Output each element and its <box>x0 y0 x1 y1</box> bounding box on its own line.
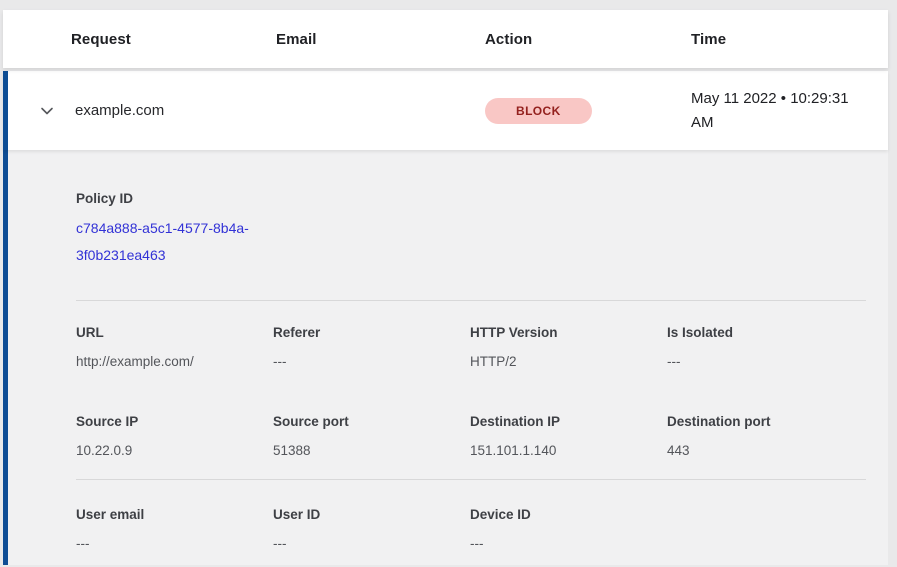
field-policy-id: Policy ID c784a888-a5c1-4577-8b4a-3f0b23… <box>76 192 866 269</box>
source-ip-value: 10.22.0.9 <box>76 444 273 458</box>
action-cell: BLOCK <box>485 98 691 124</box>
is-isolated-value: --- <box>667 355 866 369</box>
http-version-label: HTTP Version <box>470 326 667 340</box>
field-user-email: User email --- <box>76 508 273 551</box>
logs-table: Request Email Action Time example.com BL… <box>3 10 888 567</box>
destination-port-label: Destination port <box>667 415 866 429</box>
user-email-label: User email <box>76 508 273 522</box>
chevron-down-icon[interactable] <box>39 103 75 119</box>
log-details-panel: Policy ID c784a888-a5c1-4577-8b4a-3f0b23… <box>3 150 888 565</box>
field-referer: Referer --- <box>273 326 470 369</box>
column-header-action: Action <box>485 31 691 48</box>
details-row-3: User email --- User ID --- Device ID --- <box>76 508 866 551</box>
log-details-content: Policy ID c784a888-a5c1-4577-8b4a-3f0b23… <box>76 150 866 551</box>
table-header: Request Email Action Time <box>3 10 888 68</box>
field-http-version: HTTP Version HTTP/2 <box>470 326 667 369</box>
details-row-1: URL http://example.com/ Referer --- HTTP… <box>76 326 866 369</box>
divider <box>76 300 866 301</box>
source-port-value: 51388 <box>273 444 470 458</box>
policy-id-link[interactable]: c784a888-a5c1-4577-8b4a-3f0b231ea463 <box>76 215 272 269</box>
http-version-value: HTTP/2 <box>470 355 667 369</box>
field-destination-ip: Destination IP 151.101.1.140 <box>470 415 667 458</box>
device-id-value: --- <box>470 537 667 551</box>
time-value: May 11 2022 • 10:29:31 AM <box>691 87 870 135</box>
field-url: URL http://example.com/ <box>76 326 273 369</box>
field-source-ip: Source IP 10.22.0.9 <box>76 415 273 458</box>
details-row-2: Source IP 10.22.0.9 Source port 51388 De… <box>76 415 866 458</box>
url-value: http://example.com/ <box>76 355 273 369</box>
referer-label: Referer <box>273 326 470 340</box>
field-source-port: Source port 51388 <box>273 415 470 458</box>
field-user-id: User ID --- <box>273 508 470 551</box>
referer-value: --- <box>273 355 470 369</box>
field-empty <box>667 508 866 551</box>
user-email-value: --- <box>76 537 273 551</box>
field-is-isolated: Is Isolated --- <box>667 326 866 369</box>
user-id-value: --- <box>273 537 470 551</box>
destination-ip-label: Destination IP <box>470 415 667 429</box>
column-header-time: Time <box>691 31 888 48</box>
policy-id-label: Policy ID <box>76 192 866 206</box>
destination-port-value: 443 <box>667 444 866 458</box>
source-port-label: Source port <box>273 415 470 429</box>
request-cell: example.com <box>75 102 276 119</box>
field-device-id: Device ID --- <box>470 508 667 551</box>
page: { "table": { "columns": ["Request", "Ema… <box>0 0 897 567</box>
url-label: URL <box>76 326 273 340</box>
divider <box>76 479 866 480</box>
user-id-label: User ID <box>273 508 470 522</box>
column-header-request: Request <box>71 31 276 48</box>
column-header-email: Email <box>276 31 485 48</box>
time-cell: May 11 2022 • 10:29:31 AM <box>691 87 888 135</box>
field-destination-port: Destination port 443 <box>667 415 866 458</box>
action-block-badge: BLOCK <box>485 98 592 124</box>
destination-ip-value: 151.101.1.140 <box>470 444 667 458</box>
source-ip-label: Source IP <box>76 415 273 429</box>
device-id-label: Device ID <box>470 508 667 522</box>
is-isolated-label: Is Isolated <box>667 326 866 340</box>
log-row[interactable]: example.com BLOCK May 11 2022 • 10:29:31… <box>3 71 888 150</box>
